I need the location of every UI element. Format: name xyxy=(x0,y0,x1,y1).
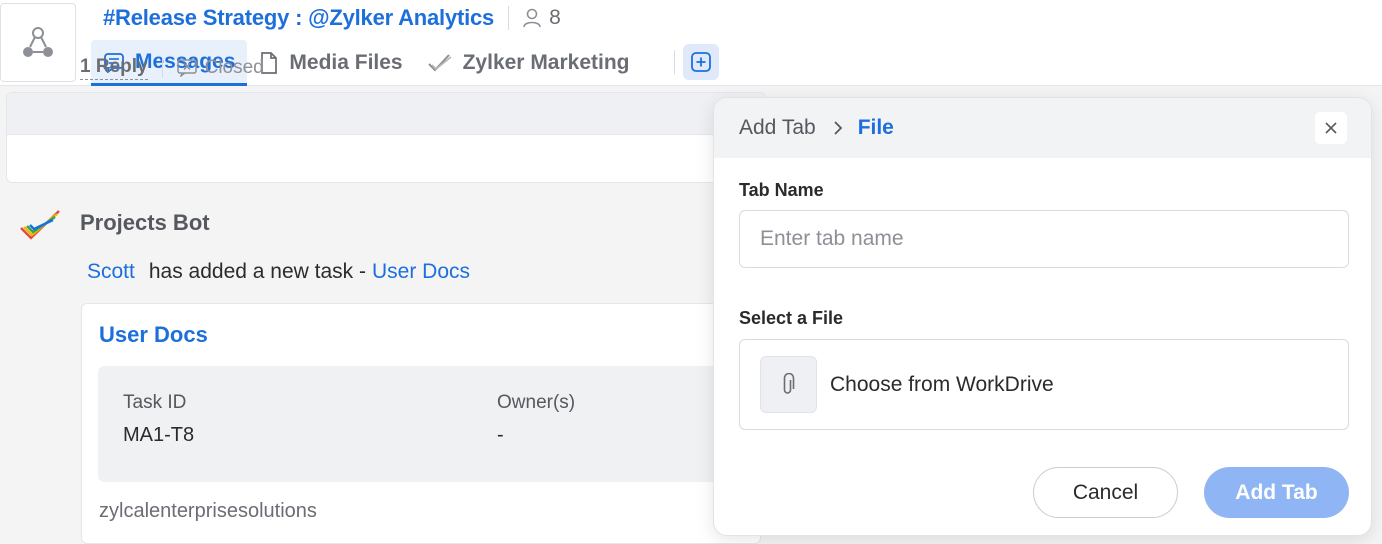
action-text: has added a new task - xyxy=(148,260,366,283)
divider xyxy=(673,50,675,74)
tab-name-label: Tab Name xyxy=(739,180,824,200)
person-icon[interactable] xyxy=(521,7,543,29)
thread-status: Closed xyxy=(176,57,264,79)
title-row: #Release Strategy : @Zylker Analytics 8 xyxy=(103,4,561,32)
choose-workdrive-button[interactable]: Choose from WorkDrive xyxy=(739,339,1349,430)
thread-reply-row: 1 Reply Closed xyxy=(80,56,264,80)
tab-zylker-marketing[interactable]: Zylker Marketing xyxy=(415,40,642,86)
owner-label: Owner(s) xyxy=(497,392,576,413)
reply-count-link[interactable]: 1 Reply xyxy=(80,56,148,80)
task-id-value: MA1-T8 xyxy=(123,424,195,446)
tab-label: Media Files xyxy=(289,51,403,74)
channel-avatar[interactable] xyxy=(0,3,76,82)
owner-value: - xyxy=(497,424,504,446)
projects-check-icon xyxy=(427,54,452,72)
channel-network-icon xyxy=(23,26,53,57)
portal-name: zylcalenterprisesolutions xyxy=(99,500,317,522)
task-id-label: Task ID xyxy=(123,392,187,413)
paperclip-icon xyxy=(760,356,817,413)
breadcrumb-root[interactable]: Add Tab xyxy=(739,116,816,140)
tab-label: Zylker Marketing xyxy=(462,51,630,74)
bot-message-text: Scott has added a new task - User Docs xyxy=(87,260,470,284)
actor-link[interactable]: Scott xyxy=(87,260,135,284)
task-fields: Task ID MA1-T8 Owner(s) - xyxy=(98,366,762,482)
close-button[interactable] xyxy=(1315,112,1347,144)
divider xyxy=(508,6,510,30)
projects-bot-logo-icon xyxy=(19,208,63,249)
tab-media-files[interactable]: Media Files xyxy=(247,40,414,86)
select-file-label: Select a File xyxy=(739,308,844,328)
bot-sender-name[interactable]: Projects Bot xyxy=(80,210,210,236)
message-band xyxy=(7,93,765,135)
member-count[interactable]: 8 xyxy=(549,6,561,30)
popover-header: Add Tab File xyxy=(714,98,1371,158)
chevron-right-icon xyxy=(832,120,844,136)
cancel-button[interactable]: Cancel xyxy=(1033,467,1178,518)
tab-name-input[interactable] xyxy=(739,210,1349,268)
thread-status-label: Closed xyxy=(204,57,264,78)
thread-message-card xyxy=(6,92,766,183)
close-icon xyxy=(1325,122,1337,134)
add-tab-popover: Add Tab File Tab Name Select a File Choo… xyxy=(713,97,1372,536)
task-card: User Docs Task ID MA1-T8 Owner(s) - zylc… xyxy=(81,303,762,544)
closed-thread-icon xyxy=(176,59,197,77)
plus-square-icon xyxy=(690,52,711,72)
add-tab-submit-button[interactable]: Add Tab xyxy=(1204,467,1349,518)
divider xyxy=(161,58,163,78)
breadcrumb-current: File xyxy=(857,116,894,139)
choose-workdrive-label: Choose from WorkDrive xyxy=(830,372,1054,396)
channel-title[interactable]: #Release Strategy : @Zylker Analytics xyxy=(103,5,494,31)
add-tab-button[interactable] xyxy=(682,44,719,80)
task-card-title[interactable]: User Docs xyxy=(99,322,208,348)
task-link[interactable]: User Docs xyxy=(372,260,470,284)
